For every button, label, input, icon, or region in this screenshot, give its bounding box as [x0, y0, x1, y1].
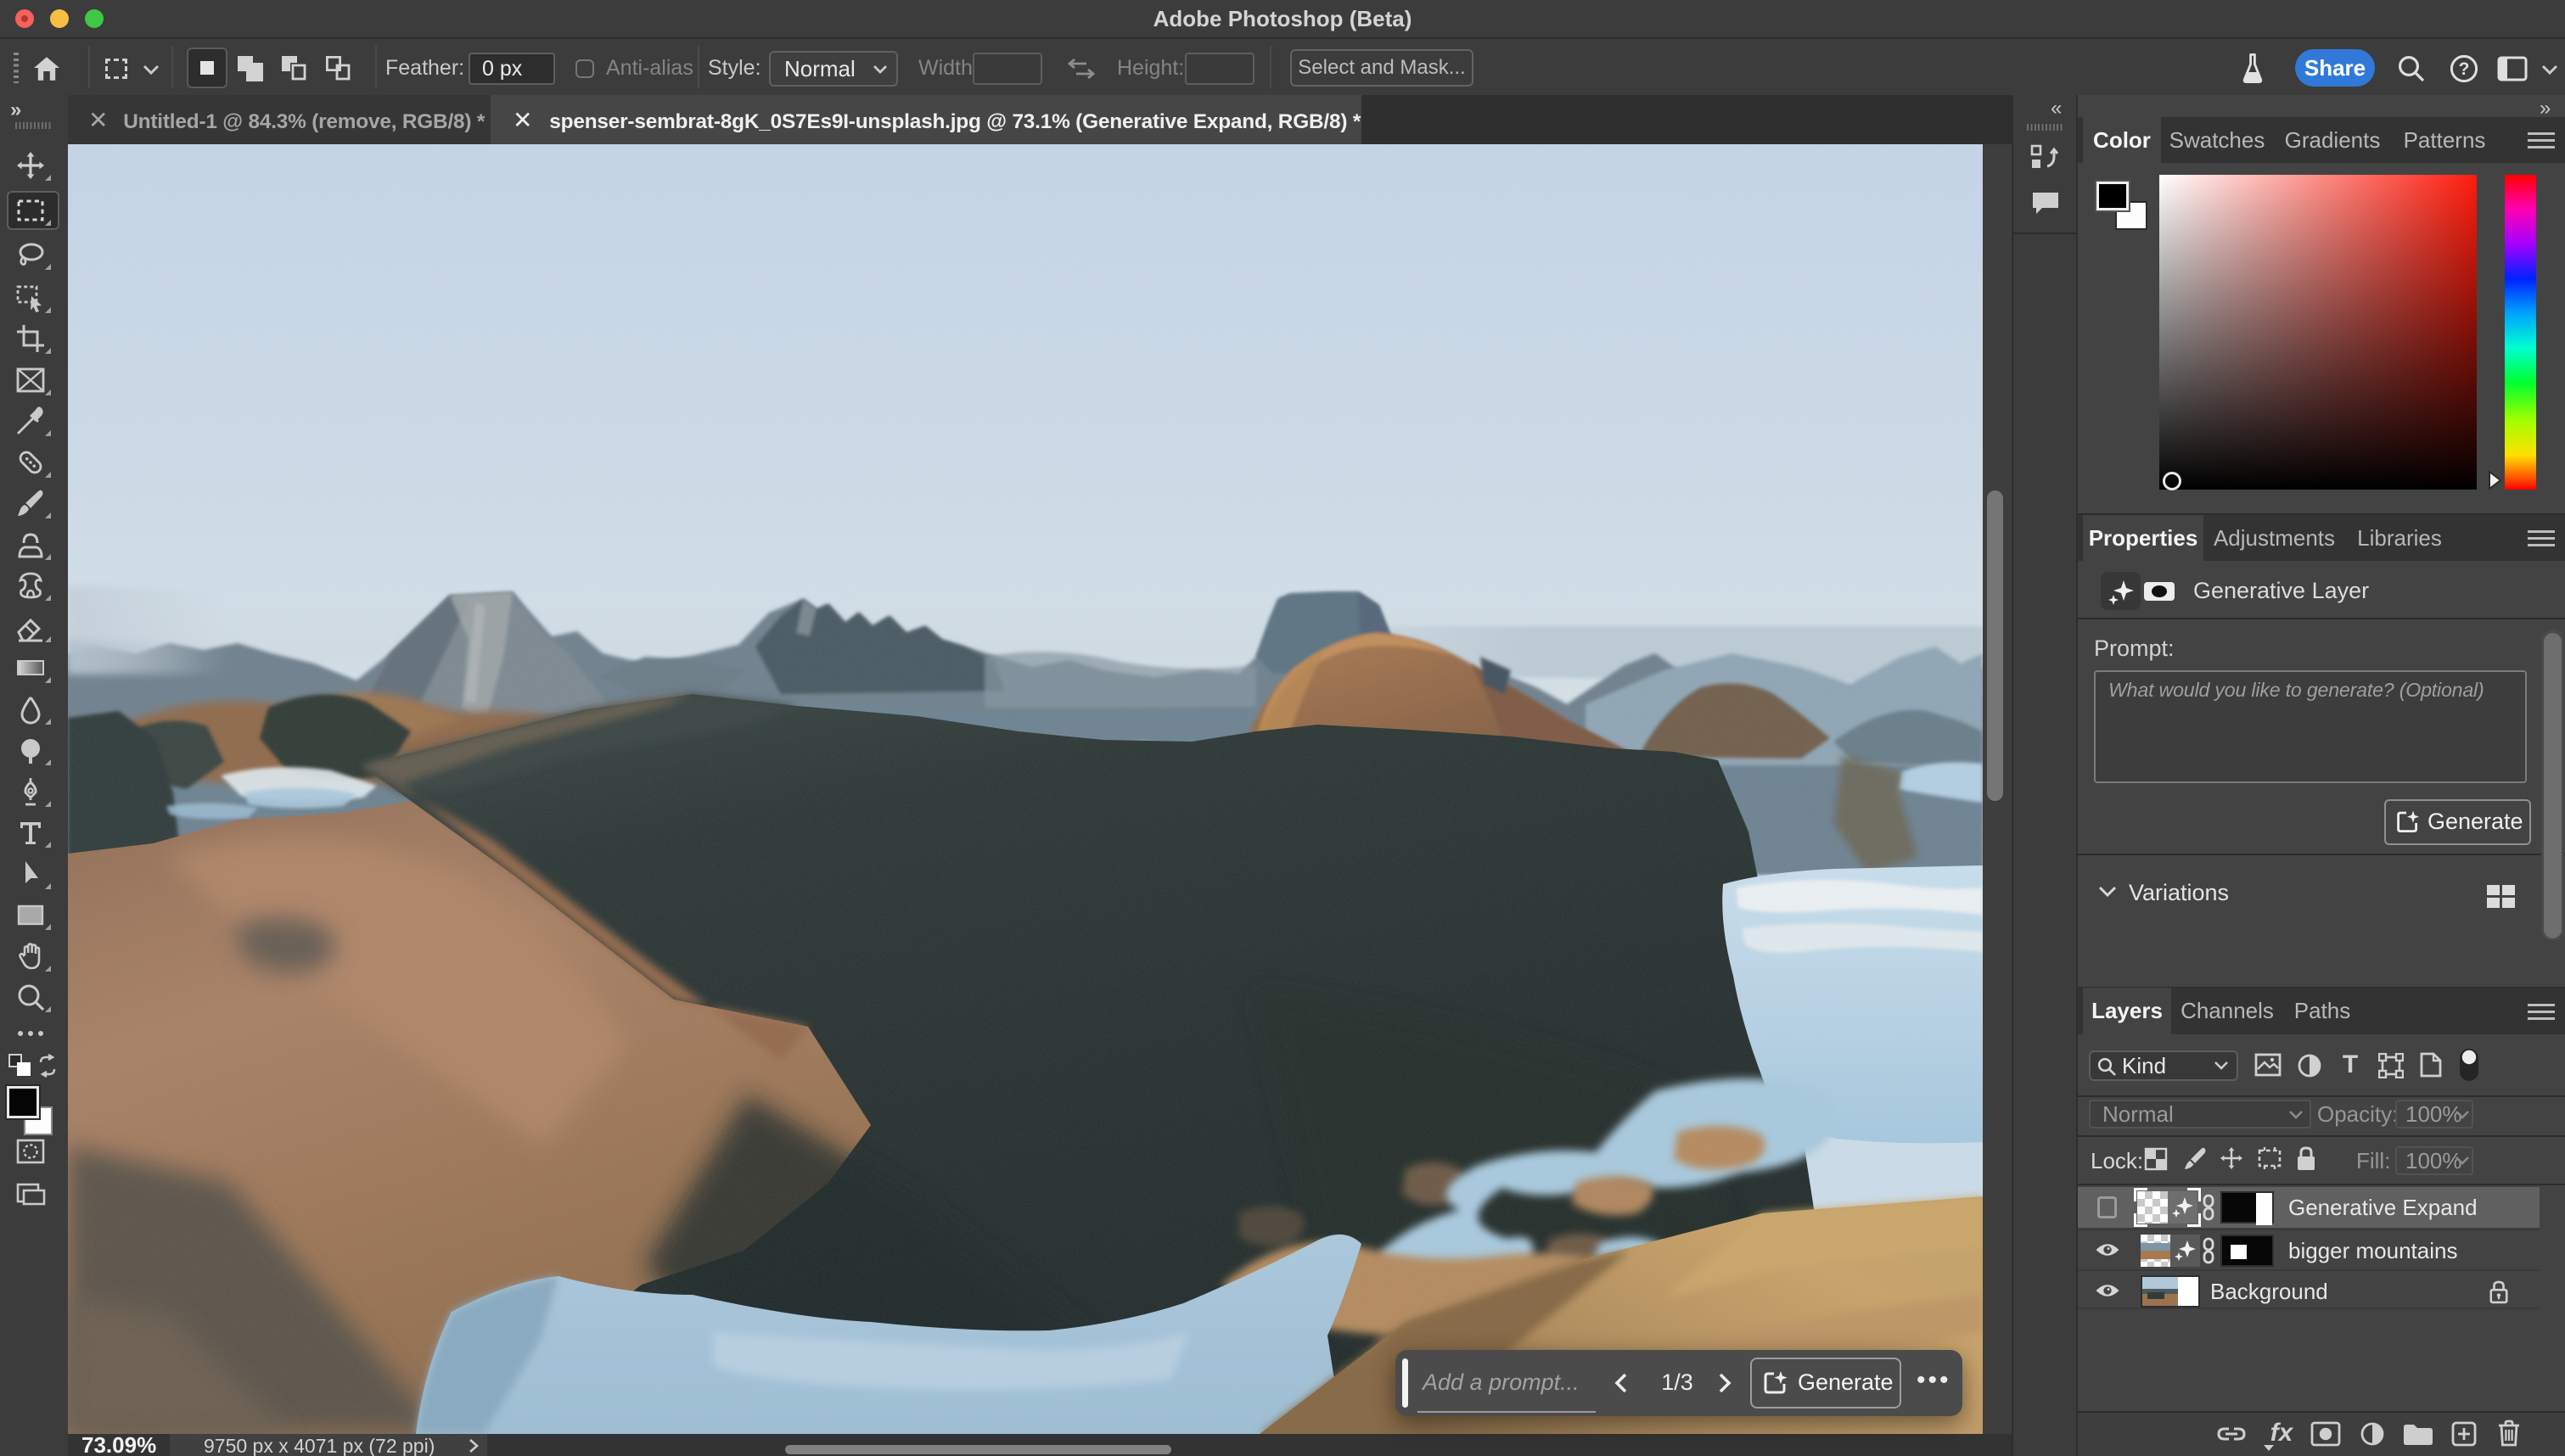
svg-text:?: ? — [2459, 59, 2470, 79]
